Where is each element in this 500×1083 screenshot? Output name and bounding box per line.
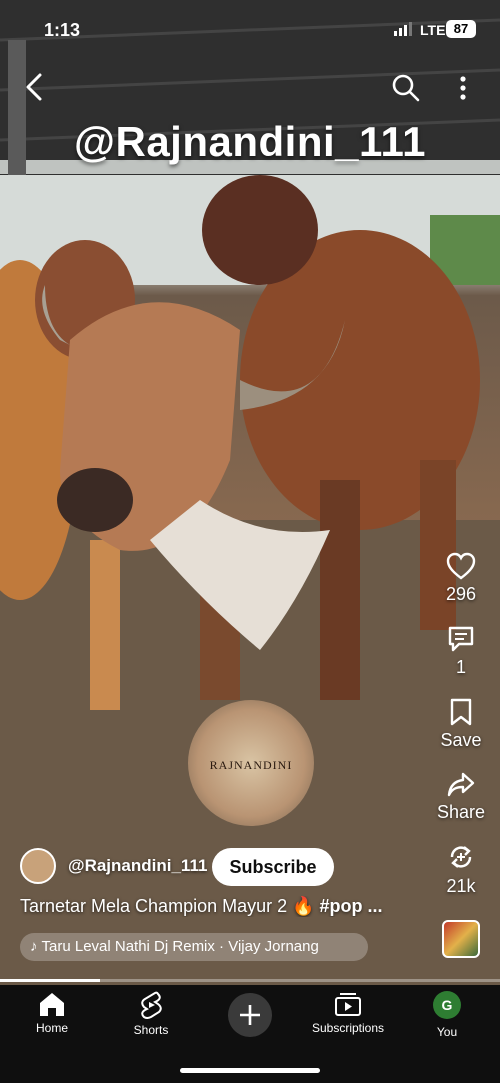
channel-name[interactable]: @Rajnandini_111: [68, 856, 207, 876]
channel-row: @Rajnandini_111 Subscribe: [20, 846, 360, 886]
home-indicator: [180, 1068, 320, 1073]
remix-count: 21k: [446, 876, 476, 896]
caption-text: Tarnetar Mela Champion Mayur 2 🔥: [20, 896, 320, 916]
signal-icon: [394, 22, 412, 36]
like-count: 296: [445, 584, 477, 604]
bookmark-icon: [450, 698, 472, 726]
share-label: Share: [436, 802, 486, 822]
battery-icon: 87: [446, 20, 476, 38]
comment-count: 1: [455, 657, 466, 677]
chevron-left-icon[interactable]: [20, 72, 48, 102]
subscriptions-icon: [335, 993, 361, 1016]
remix-button[interactable]: 21k: [426, 842, 496, 897]
home-icon: [40, 993, 64, 1016]
share-icon: [447, 772, 475, 797]
logo-text: RAJNANDINI: [209, 758, 293, 772]
status-time: 1:13: [44, 20, 81, 40]
network-type: LTE: [420, 22, 446, 38]
save-label: Save: [440, 730, 482, 750]
nav-you[interactable]: G You: [402, 991, 492, 1039]
more-vertical-icon[interactable]: [452, 74, 474, 102]
remix-icon: [450, 846, 472, 868]
shorts-icon: [141, 991, 162, 1019]
plus-icon: [240, 1005, 260, 1025]
comments-button[interactable]: 1: [426, 625, 496, 678]
nav-home-label: Home: [35, 1021, 68, 1035]
caption-hashtag[interactable]: #pop ...: [320, 896, 383, 916]
share-button[interactable]: Share: [426, 770, 496, 823]
nav-shorts-label: Shorts: [133, 1023, 169, 1037]
subscribe-button[interactable]: Subscribe: [212, 848, 334, 886]
user-avatar: G: [433, 991, 461, 1019]
search-icon[interactable]: [390, 72, 422, 104]
sound-thumbnail[interactable]: [442, 920, 480, 958]
comment-icon: [448, 626, 474, 652]
nav-subscriptions-label: Subscriptions: [311, 1021, 385, 1035]
music-pill[interactable]: ♪ Taru Leval Nathi Dj Remix · Vijay Jorna…: [20, 933, 368, 961]
status-bar: 1:13 LTE 87: [0, 0, 500, 60]
nav-you-label: You: [436, 1025, 458, 1039]
save-button[interactable]: Save: [426, 698, 496, 751]
nav-subscriptions[interactable]: Subscriptions: [303, 991, 393, 1035]
video-player[interactable]: RAJNANDINI @Rajnandini_111: [0, 0, 500, 985]
channel-logo-overlay: RAJNANDINI: [188, 700, 314, 826]
nav-home[interactable]: Home: [7, 991, 97, 1035]
nav-shorts[interactable]: Shorts: [106, 991, 196, 1037]
music-title: Taru Leval Nathi Dj Remix · Vijay Jornan…: [41, 938, 319, 955]
progress-fill: [0, 979, 100, 982]
progress-bar[interactable]: [0, 979, 500, 982]
channel-avatar[interactable]: [20, 848, 56, 884]
video-watermark: @Rajnandini_111: [74, 118, 426, 165]
create-button[interactable]: [228, 993, 272, 1037]
heart-icon: [446, 552, 476, 580]
like-button[interactable]: 296: [426, 552, 496, 605]
music-note-icon: ♪: [30, 938, 38, 955]
video-caption[interactable]: Tarnetar Mela Champion Mayur 2 🔥 #pop ..…: [20, 896, 420, 917]
